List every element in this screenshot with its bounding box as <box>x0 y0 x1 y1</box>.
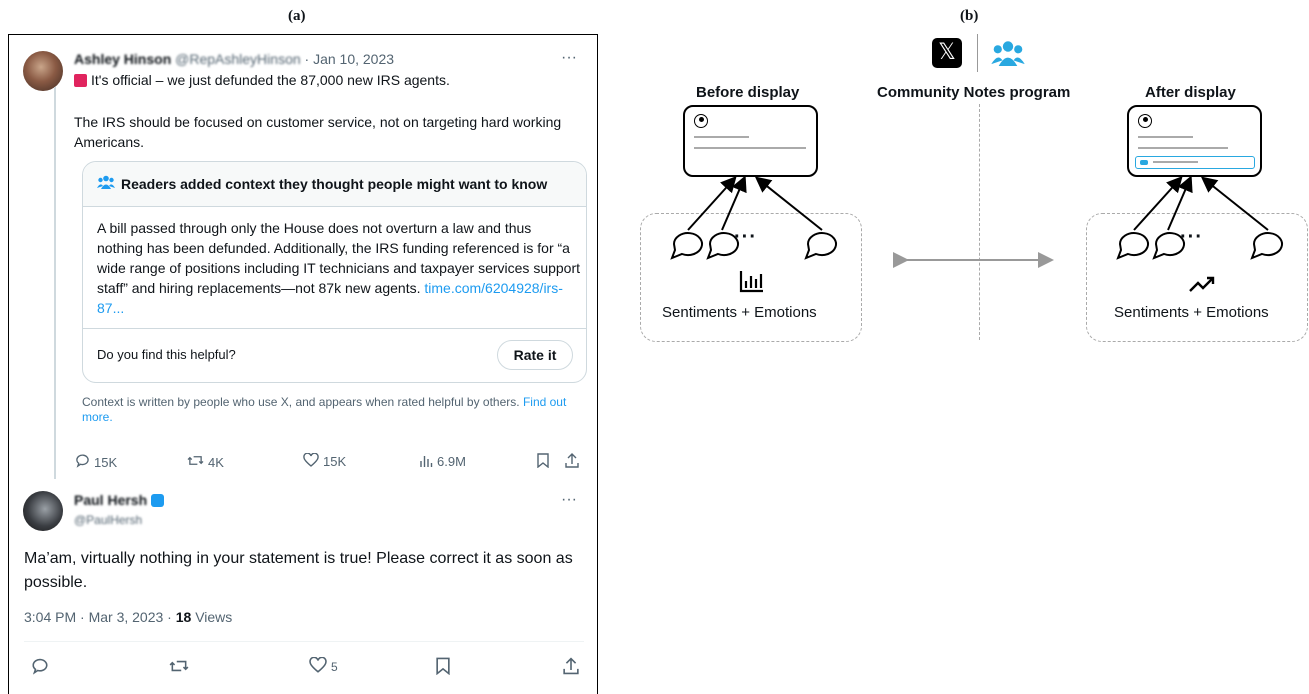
author-avatar[interactable] <box>23 51 63 91</box>
before-text-line <box>694 147 806 149</box>
rate-it-button[interactable]: Rate it <box>497 340 573 370</box>
heart-icon <box>303 452 319 470</box>
share-icon[interactable] <box>565 453 579 473</box>
thread-line <box>54 87 56 479</box>
before-caption: Sentiments + Emotions <box>662 304 817 321</box>
like-button[interactable]: 15K <box>303 452 347 470</box>
caption-a: (a) <box>288 8 306 24</box>
reply-more-icon[interactable]: ··· <box>561 491 577 509</box>
reply-count: 15K <box>94 454 118 470</box>
reply-repost-icon[interactable] <box>169 657 189 680</box>
community-icon <box>97 175 115 194</box>
reply-like-button[interactable]: 5 <box>309 656 338 676</box>
reply-author-name[interactable]: Paul Hersh <box>74 492 147 508</box>
logo-divider <box>977 34 978 72</box>
after-text-line <box>1138 136 1193 138</box>
reply-text: Ma’am, virtually nothing in your stateme… <box>24 550 573 591</box>
reply-heart-icon <box>309 656 327 676</box>
helpful-question: Do you find this helpful? <box>97 347 236 362</box>
bookmark-icon[interactable] <box>537 453 549 473</box>
reply-divider <box>24 641 584 642</box>
reply-views-count: 18 <box>175 609 192 625</box>
program-label: Community Notes program <box>877 84 1071 101</box>
note-divider <box>83 328 586 329</box>
x-logo: 𝕏 <box>932 38 962 68</box>
reply-timestamp[interactable]: 3:04 PM · Mar 3, 2023 · <box>24 609 176 625</box>
after-display-label: After display <box>1145 84 1236 101</box>
tweet-line1: It's official – we just defunded the 87,… <box>91 72 450 88</box>
verified-badge-icon <box>151 494 165 507</box>
after-ellipsis: ··· <box>1180 226 1203 248</box>
trend-icon <box>1189 276 1215 292</box>
before-user-icon <box>694 114 708 128</box>
like-count: 15K <box>323 454 347 469</box>
tweet-more-icon[interactable]: ··· <box>561 49 577 67</box>
diagram-arrows <box>670 175 1283 293</box>
context-info: Context is written by people who use X, … <box>82 395 520 409</box>
reply-author-handle[interactable]: @PaulHersh <box>74 513 142 527</box>
note-title: Readers added context they thought peopl… <box>121 176 548 192</box>
tweet-date[interactable]: · Jan 10, 2023 <box>305 51 395 67</box>
tweet-panel: Ashley Hinson @RepAshleyHinson · Jan 10,… <box>8 34 598 694</box>
author-name[interactable]: Ashley Hinson <box>74 51 171 67</box>
reply-icon <box>75 453 90 471</box>
reply-avatar[interactable] <box>23 491 63 531</box>
community-note: Readers added context they thought peopl… <box>82 161 587 383</box>
caption-b: (b) <box>960 8 979 24</box>
siren-icon <box>74 73 87 87</box>
repost-count: 4K <box>208 454 224 470</box>
after-user-icon <box>1138 114 1152 128</box>
reply-reply-icon[interactable] <box>31 657 49 680</box>
reply-bookmark-icon[interactable] <box>436 657 450 680</box>
views-icon <box>419 453 433 470</box>
views-button[interactable]: 6.9M <box>419 453 466 470</box>
chart-icon <box>739 271 763 293</box>
community-notes-icon <box>990 40 1026 71</box>
before-ellipsis: ··· <box>734 226 757 248</box>
author-handle[interactable]: @RepAshleyHinson <box>175 51 301 67</box>
reply-share-icon[interactable] <box>563 657 579 680</box>
after-text-line <box>1138 147 1228 149</box>
repost-button[interactable]: 4K <box>187 453 224 471</box>
views-count: 6.9M <box>437 454 466 469</box>
reply-views-label: Views <box>191 609 233 625</box>
reply-like-count: 5 <box>331 659 338 674</box>
reply-button[interactable]: 15K <box>75 453 117 471</box>
after-caption: Sentiments + Emotions <box>1114 304 1269 321</box>
before-display-label: Before display <box>696 84 800 101</box>
tweet-line2: The IRS should be focused on customer se… <box>74 114 562 150</box>
repost-icon <box>187 453 204 471</box>
before-text-line <box>694 136 749 138</box>
